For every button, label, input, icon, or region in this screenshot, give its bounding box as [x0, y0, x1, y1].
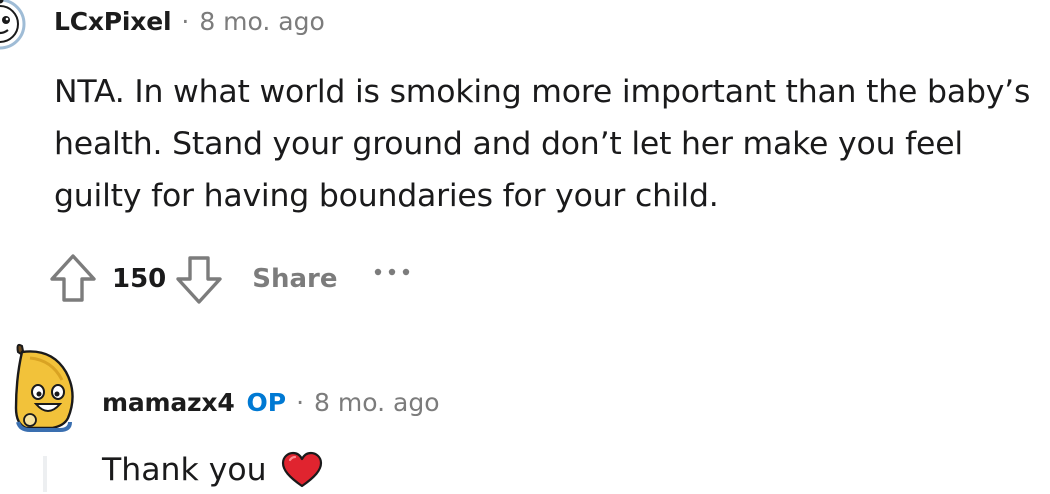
downvote-arrow-icon[interactable]: [174, 252, 224, 306]
thread-collapse-line[interactable]: [43, 456, 47, 492]
op-badge: OP: [246, 387, 287, 417]
snoo-avatar-icon[interactable]: [0, 0, 34, 52]
comment-meta: mamazx4 OP · 8 mo. ago: [102, 385, 440, 419]
comment-body: NTA. In what world is smoking more impor…: [54, 74, 1031, 214]
comment-meta: LCxPixel · 8 mo. ago: [54, 4, 325, 38]
banana-avatar-icon[interactable]: [8, 338, 82, 432]
timestamp[interactable]: 8 mo. ago: [199, 7, 324, 36]
username-link[interactable]: LCxPixel: [54, 7, 172, 36]
comment-text: Thank you: [102, 452, 267, 488]
meta-separator: ·: [296, 387, 305, 417]
comment-body: Thank you: [102, 446, 323, 494]
ellipsis-icon[interactable]: [372, 262, 416, 282]
username-link[interactable]: mamazx4: [102, 388, 235, 417]
upvote-arrow-icon[interactable]: [48, 252, 98, 306]
red-heart-icon: [281, 451, 322, 488]
share-button[interactable]: Share: [252, 264, 337, 294]
comment-actions: 150 Share: [48, 252, 416, 306]
vote-score: 150: [112, 264, 167, 294]
timestamp[interactable]: 8 mo. ago: [314, 388, 439, 417]
meta-separator: ·: [181, 6, 190, 36]
